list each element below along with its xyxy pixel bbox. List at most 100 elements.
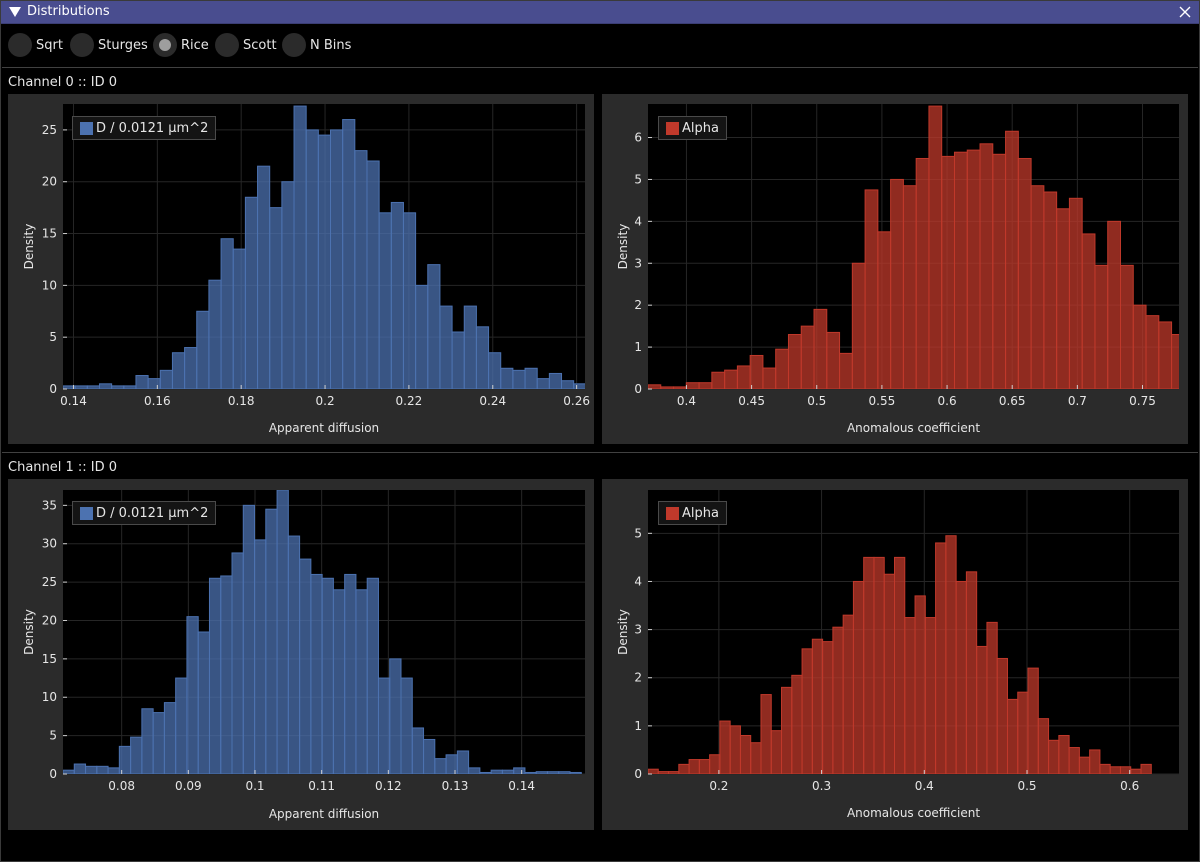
radio-sturges-indicator[interactable] [70,33,94,57]
histogram-bar[interactable] [310,573,323,774]
histogram-bar[interactable] [220,575,233,774]
histogram-bar[interactable] [852,580,865,774]
histogram-bar[interactable] [377,677,391,774]
histogram-bar[interactable] [1037,718,1050,774]
histogram-bar[interactable] [558,771,571,774]
histogram-bar[interactable] [321,577,334,774]
histogram-bar[interactable] [85,765,98,774]
histogram-bar[interactable] [342,119,356,389]
histogram-bar[interactable] [184,347,198,389]
histogram-bar[interactable] [147,378,161,389]
histogram-bar[interactable] [822,641,834,774]
radio-scott-indicator[interactable] [215,33,239,57]
histogram-bar[interactable] [366,160,380,389]
radio-sqrt-indicator[interactable] [8,33,32,57]
histogram-bar[interactable] [561,380,575,389]
histogram-bar[interactable] [475,326,490,389]
histogram-bar[interactable] [171,352,186,389]
histogram-bar[interactable] [811,638,824,774]
diffusion-histogram-channel-1[interactable]: 0.08 0.09 0.1 0.11 0.12 0.13 0.14 0 5 10 15 20 25 30 3… [8,479,594,830]
histogram-bar[interactable] [992,153,1007,389]
histogram-bar[interactable] [698,759,711,774]
legend[interactable]: D / 0.0121 μm^2 [72,501,217,525]
histogram-bar[interactable] [197,631,210,774]
histogram-bar[interactable] [186,616,199,774]
histogram-bar[interactable] [1017,691,1029,774]
histogram-bar[interactable] [1058,734,1070,774]
histogram-bar[interactable] [1184,347,1188,389]
histogram-bar[interactable] [1094,264,1109,389]
histogram-bar[interactable] [832,626,844,774]
histogram-bar[interactable] [736,365,751,389]
histogram-bar[interactable] [976,645,988,774]
histogram-bar[interactable] [1158,321,1173,389]
histogram-bar[interactable] [479,771,492,774]
histogram-bar[interactable] [390,201,404,389]
histogram-bar[interactable] [1006,698,1019,774]
histogram-bar[interactable] [152,712,165,774]
histogram-bar[interactable] [657,771,670,774]
histogram-bar[interactable] [159,369,173,389]
histogram-bar[interactable] [111,385,125,389]
radio-n-bins[interactable]: N Bins [282,33,351,57]
legend[interactable]: Alpha [658,116,727,140]
histogram-bar[interactable] [512,369,526,389]
histogram-bar[interactable] [770,730,783,774]
histogram-bar[interactable] [945,535,957,774]
radio-scott[interactable]: Scott [215,33,277,57]
histogram-bar[interactable] [378,212,392,389]
histogram-bar[interactable] [775,348,789,389]
alpha-histogram-channel-0[interactable]: 0.4 0.45 0.5 0.55 0.6 0.65 0.7 0.75 0 1 2 3 4 5 6 Anoma… [602,94,1188,444]
histogram-bar[interactable] [524,771,537,774]
histogram-bar[interactable] [791,674,803,774]
histogram-bar[interactable] [490,769,503,774]
histogram-bar[interactable] [118,745,132,774]
histogram-bar[interactable] [996,657,1008,774]
histogram-bar[interactable] [468,767,481,774]
histogram-bar[interactable] [668,771,680,774]
histogram-bar[interactable] [463,305,477,389]
histogram-bar[interactable] [800,325,815,389]
histogram-bar[interactable] [535,771,548,774]
histogram-bar[interactable] [749,354,764,389]
histogram-bar[interactable] [423,738,436,774]
histogram-bar[interactable] [501,769,515,774]
histogram-bar[interactable] [864,189,879,389]
histogram-bar[interactable] [546,771,560,774]
histogram-bar[interactable] [389,658,402,774]
histogram-bar[interactable] [269,207,283,389]
histogram-bar[interactable] [1030,185,1045,389]
histogram-bar[interactable] [573,383,586,389]
histogram-bar[interactable] [524,367,538,389]
histogram-bar[interactable] [276,490,289,774]
histogram-bar[interactable] [107,767,120,774]
histogram-bar[interactable] [329,129,344,389]
histogram-bar[interactable] [839,352,853,389]
histogram-bar[interactable] [586,384,594,389]
histogram-bar[interactable] [965,571,978,774]
histogram-bar[interactable] [98,383,113,389]
histogram-bar[interactable] [208,577,222,774]
histogram-bar[interactable] [1107,220,1121,389]
histogram-bar[interactable] [863,556,875,774]
histogram-bar[interactable] [141,708,154,774]
radio-rice-indicator[interactable] [153,33,177,57]
histogram-bar[interactable] [781,686,793,774]
histogram-bar[interactable] [1068,747,1080,774]
alpha-histogram-channel-1[interactable]: 0.2 0.3 0.4 0.5 0.6 0 1 2 3 4 5 Anomalous coefficie… [602,479,1188,830]
histogram-bar[interactable] [74,385,88,389]
histogram-bar[interactable] [439,305,453,389]
histogram-bar[interactable] [445,754,458,774]
collapse-triangle-icon[interactable] [9,7,21,17]
histogram-bar[interactable] [698,382,713,389]
histogram-bar[interactable] [1119,264,1134,389]
histogram-bar[interactable] [244,196,259,389]
histogram-bar[interactable] [355,589,368,774]
histogram-bar[interactable] [163,702,177,774]
histogram-bar[interactable] [254,539,267,774]
histogram-bar[interactable] [96,765,109,774]
histogram-bar[interactable] [648,768,659,774]
histogram-bar[interactable] [1005,130,1019,389]
histogram-bar[interactable] [548,372,563,389]
histogram-bar[interactable] [135,375,149,389]
